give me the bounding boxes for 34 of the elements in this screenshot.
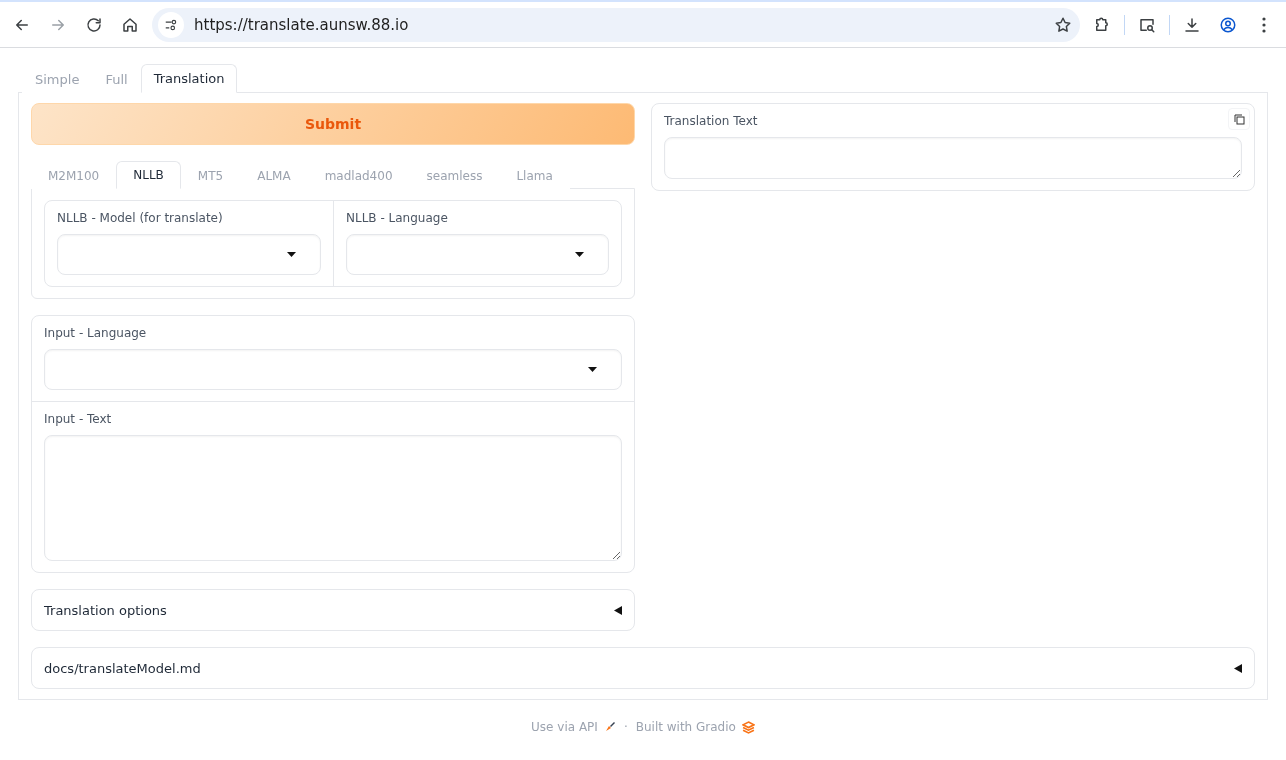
menu-icon [1262, 16, 1266, 33]
field-label: Input - Text [44, 412, 112, 426]
caret-icon [588, 367, 597, 372]
separator-dot: · [623, 720, 628, 734]
rocket-icon [603, 721, 616, 733]
url-text: https://translate.aunsw.88.io [194, 15, 410, 34]
gradio-link[interactable]: Built with Gradio [635, 720, 755, 734]
submit-button[interactable]: Submit [31, 103, 635, 145]
field-label: Translation Text [664, 114, 758, 128]
model-tab[interactable]: NLLB [116, 161, 181, 189]
output-field[interactable] [664, 137, 1242, 179]
accordion-header[interactable]: docs/translateModel.md [31, 647, 1255, 689]
gradio-logo [741, 720, 755, 734]
site-settings-icon[interactable] [158, 11, 184, 38]
field-label: NLLB - Language [346, 211, 448, 225]
home-icon [121, 15, 139, 34]
input-field[interactable] [44, 435, 622, 561]
address-bar[interactable]: https://translate.aunsw.88.io [152, 7, 1080, 42]
person-icon [1219, 15, 1237, 34]
field-label: Input - Language [44, 326, 147, 340]
field-label: NLLB - Model (for translate) [57, 211, 223, 225]
accordion-label: Translation options [44, 602, 167, 618]
api-link[interactable]: Use via API [531, 720, 616, 734]
download-icon [1183, 15, 1201, 34]
copy-button[interactable] [1228, 108, 1250, 130]
accordion-header[interactable]: Translation options [31, 589, 635, 631]
reload-icon [85, 15, 103, 34]
copy-icon [1233, 113, 1245, 125]
caret-icon [287, 252, 296, 257]
accordion-label: docs/translateModel.md [44, 660, 201, 676]
tab[interactable]: Translation [140, 64, 238, 93]
puzzle-icon [1093, 15, 1111, 34]
star-icon [1054, 15, 1072, 34]
caret-icon [575, 252, 584, 257]
